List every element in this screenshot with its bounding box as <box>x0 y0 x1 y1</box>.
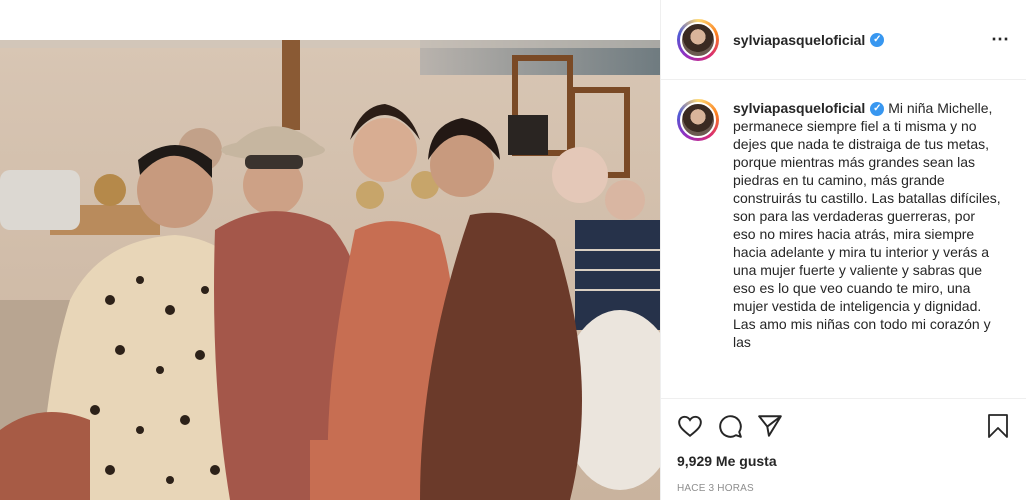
post-panel: sylviapasqueloficial ✓ ⋯ sylviapasquelof… <box>660 0 1026 500</box>
heart-icon <box>678 415 702 437</box>
username-link[interactable]: sylviapasqueloficial <box>733 32 865 48</box>
post-timestamp[interactable]: HACE 3 HORAS <box>677 483 1010 494</box>
likes-count[interactable]: 9,929 Me gusta <box>677 453 1010 469</box>
share-icon <box>758 415 782 437</box>
avatar <box>680 21 716 58</box>
comment-button[interactable] <box>717 406 757 446</box>
actions-section: 9,929 Me gusta HACE 3 HORAS <box>661 398 1026 500</box>
post-photo[interactable] <box>0 0 660 500</box>
verified-badge-icon: ✓ <box>870 32 885 47</box>
comment-icon <box>719 415 742 438</box>
caption-text: Mi niña Michelle, permanece siempre fiel… <box>733 100 1001 350</box>
more-options-icon[interactable]: ⋯ <box>991 29 1010 50</box>
action-bar <box>677 399 1010 453</box>
save-button[interactable] <box>970 406 1010 446</box>
caption: sylviapasqueloficial ✓ Mi niña Michelle, … <box>733 99 1001 397</box>
caption-avatar[interactable] <box>677 99 719 141</box>
post-image <box>0 40 660 500</box>
verified-badge-icon: ✓ <box>870 102 885 117</box>
bookmark-icon <box>988 414 1008 438</box>
caption-section: sylviapasqueloficial ✓ Mi niña Michelle, … <box>661 81 1026 397</box>
avatar <box>680 102 716 138</box>
post-header: sylviapasqueloficial ✓ ⋯ <box>661 0 1026 80</box>
like-button[interactable] <box>677 406 717 446</box>
share-button[interactable] <box>757 406 797 446</box>
profile-avatar[interactable] <box>677 18 719 61</box>
caption-username-link[interactable]: sylviapasqueloficial <box>733 100 865 116</box>
